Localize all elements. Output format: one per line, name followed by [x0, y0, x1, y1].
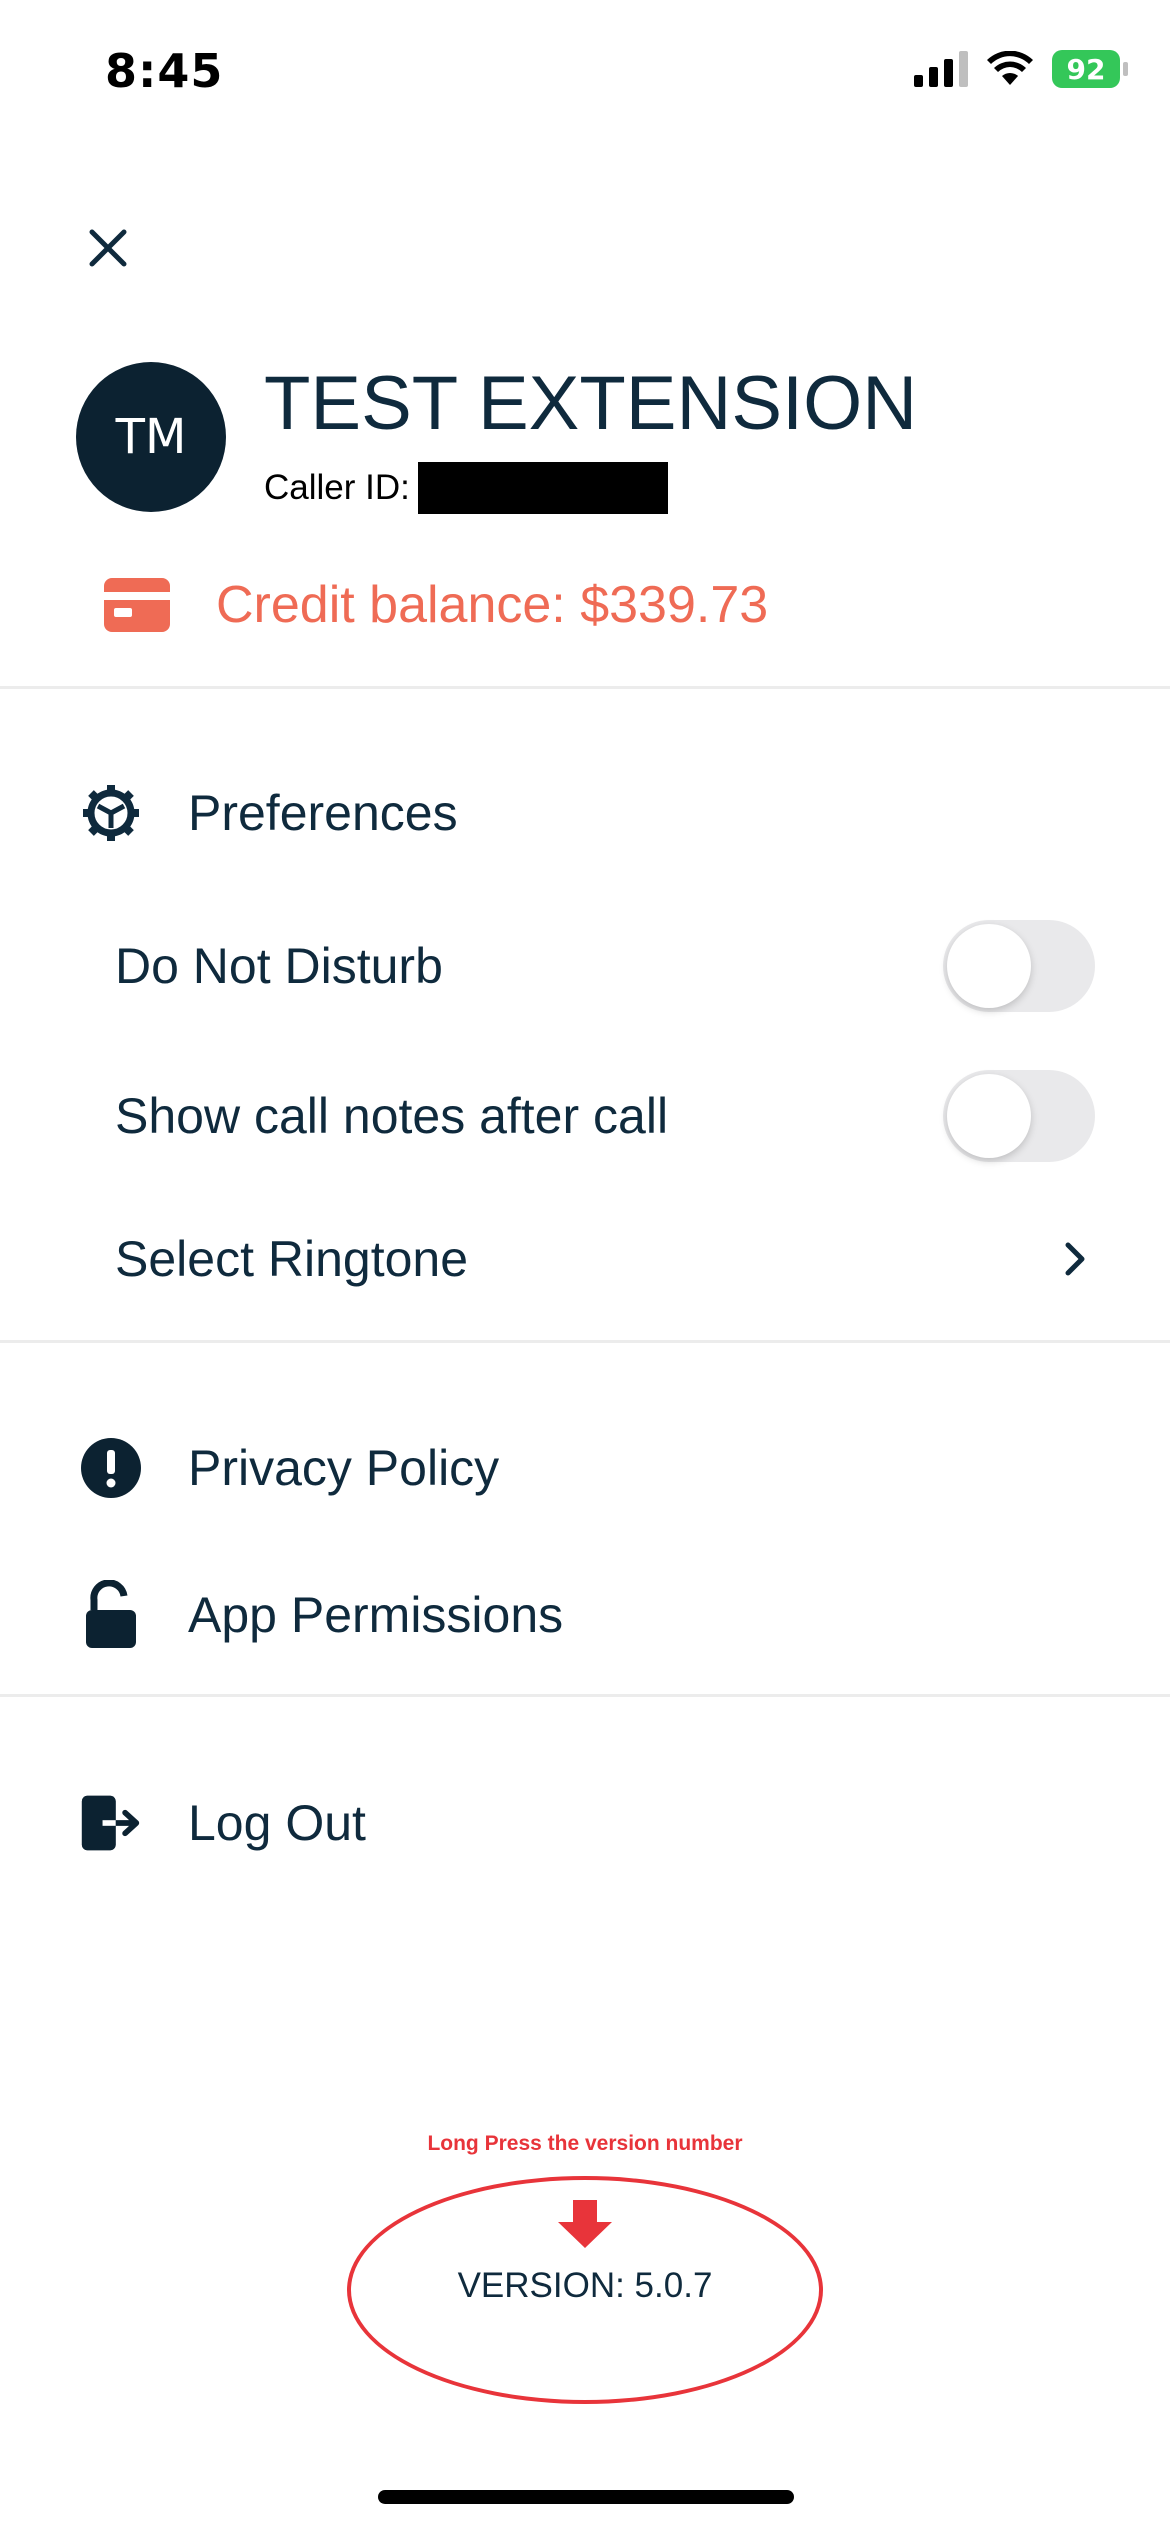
unlock-icon: [80, 1580, 142, 1648]
do-not-disturb-row: Do Not Disturb: [115, 920, 1095, 1012]
wifi-icon: [987, 51, 1033, 85]
caller-id-redacted: [417, 462, 668, 514]
app-permissions-label: App Permissions: [188, 1587, 564, 1643]
log-out-label: Log Out: [188, 1795, 366, 1851]
privacy-policy-label: Privacy Policy: [188, 1440, 500, 1496]
divider: [0, 1340, 1170, 1343]
long-press-hint: Long Press the version number: [427, 2132, 743, 2155]
gear-icon: [80, 782, 142, 844]
divider: [0, 686, 1170, 689]
caller-id: Caller ID:: [264, 462, 668, 514]
select-ringtone-row[interactable]: Select Ringtone: [115, 1230, 1095, 1288]
status-icons: 92: [914, 50, 1128, 88]
select-ringtone-label: Select Ringtone: [115, 1231, 469, 1287]
privacy-policy-row[interactable]: Privacy Policy: [80, 1437, 499, 1499]
toggle-knob: [947, 924, 1031, 1008]
close-icon: [89, 229, 127, 267]
logout-icon: [80, 1792, 142, 1854]
credit-card-icon: [104, 578, 170, 632]
credit-balance-label: Credit balance: $339.73: [216, 576, 769, 634]
chevron-right-icon: [1055, 1234, 1095, 1284]
version-number[interactable]: VERSION: 5.0.7: [0, 2266, 1170, 2306]
preferences-label: Preferences: [188, 785, 458, 841]
credit-balance: Credit balance: $339.73: [104, 575, 768, 635]
do-not-disturb-toggle[interactable]: [943, 920, 1095, 1012]
avatar-initials: TM: [115, 409, 187, 465]
profile-name: TEST EXTENSION: [264, 361, 918, 446]
divider: [0, 1694, 1170, 1697]
show-call-notes-label: Show call notes after call: [115, 1088, 669, 1144]
show-call-notes-row: Show call notes after call: [115, 1070, 1095, 1162]
battery-icon: 92: [1052, 50, 1128, 88]
avatar: TM: [76, 362, 226, 512]
home-indicator[interactable]: [378, 2490, 794, 2504]
signal-icon: [914, 51, 968, 87]
app-permissions-row[interactable]: App Permissions: [80, 1580, 564, 1648]
alert-circle-icon: [80, 1437, 142, 1499]
arrow-down-icon: [558, 2200, 612, 2248]
do-not-disturb-label: Do Not Disturb: [115, 938, 443, 994]
status-time: 8:45: [105, 44, 224, 98]
show-call-notes-toggle[interactable]: [943, 1070, 1095, 1162]
toggle-knob: [947, 1074, 1031, 1158]
log-out-row[interactable]: Log Out: [80, 1792, 366, 1854]
preferences-header: Preferences: [80, 782, 458, 844]
battery-level: 92: [1066, 52, 1106, 86]
caller-id-label: Caller ID:: [264, 468, 410, 507]
close-button[interactable]: [80, 220, 136, 276]
